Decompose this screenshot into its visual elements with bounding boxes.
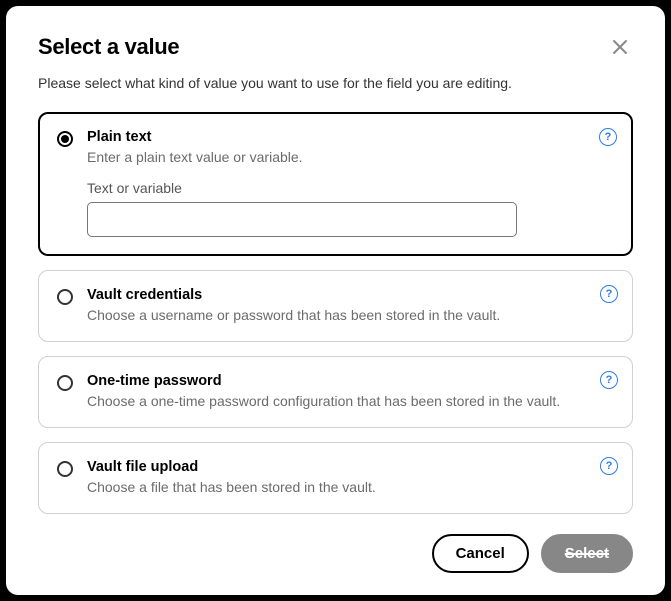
help-button-vault-file-upload[interactable]: ? [600,457,618,475]
help-button-plain-text[interactable]: ? [599,128,617,146]
option-desc: Choose a username or password that has b… [87,306,614,325]
option-title: Plain text [87,129,614,145]
radio-one-time-password[interactable] [57,375,73,391]
dialog-title: Select a value [38,34,179,60]
option-vault-credentials[interactable]: Vault credentials Choose a username or p… [38,270,633,342]
select-value-dialog: Select a value Please select what kind o… [6,6,665,595]
plain-text-input[interactable] [87,202,517,237]
radio-plain-text[interactable] [57,131,73,147]
options-list: Plain text Enter a plain text value or v… [38,112,633,515]
option-desc: Choose a file that has been stored in th… [87,478,614,497]
option-title: Vault credentials [87,287,614,303]
help-button-one-time-password[interactable]: ? [600,371,618,389]
option-content: One-time password Choose a one-time pass… [87,373,614,411]
option-desc: Choose a one-time password configuration… [87,392,614,411]
option-content: Vault file upload Choose a file that has… [87,459,614,497]
option-title: Vault file upload [87,459,614,475]
dialog-header: Select a value [38,34,633,60]
help-icon: ? [606,460,613,472]
select-button[interactable]: Select [541,534,633,573]
option-content: Vault credentials Choose a username or p… [87,287,614,325]
help-icon: ? [606,288,613,300]
option-content: Plain text Enter a plain text value or v… [87,129,614,167]
radio-vault-file-upload[interactable] [57,461,73,477]
radio-vault-credentials[interactable] [57,289,73,305]
option-vault-file-upload[interactable]: Vault file upload Choose a file that has… [38,442,633,514]
input-label: Text or variable [87,180,614,196]
help-icon: ? [605,131,612,143]
dialog-subtitle: Please select what kind of value you wan… [38,74,633,94]
help-icon: ? [606,374,613,386]
close-button[interactable] [607,34,633,60]
option-one-time-password[interactable]: One-time password Choose a one-time pass… [38,356,633,428]
dialog-footer: Cancel Select [432,534,633,573]
option-title: One-time password [87,373,614,389]
option-plain-text[interactable]: Plain text Enter a plain text value or v… [38,112,633,257]
plain-text-input-group: Text or variable [87,180,614,237]
cancel-button[interactable]: Cancel [432,534,529,573]
option-desc: Enter a plain text value or variable. [87,148,614,167]
close-icon [611,38,629,56]
help-button-vault-credentials[interactable]: ? [600,285,618,303]
